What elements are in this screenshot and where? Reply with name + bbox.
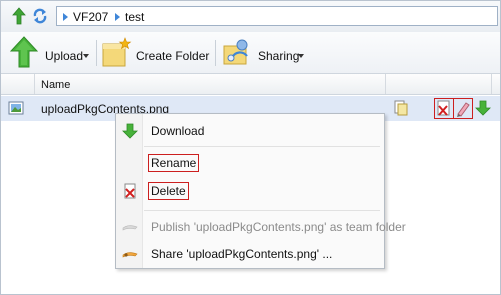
chevron-down-icon [83,54,89,58]
share-icon [122,252,138,258]
new-folder-icon [102,37,132,67]
upload-arrow-icon [10,36,38,68]
column-divider[interactable] [491,74,492,94]
menu-item-delete[interactable]: Delete [116,180,384,202]
upload-button[interactable]: Upload [7,36,93,68]
menu-item-label: Rename [148,154,200,172]
sharing-label: Sharing [258,49,300,63]
breadcrumb-arrow-icon [115,13,120,21]
document-properties-icon[interactable] [393,100,409,116]
image-file-icon [8,101,24,115]
toolbar-divider [215,40,216,66]
download-arrow-icon [122,123,138,139]
toolbar: Upload Create Folder Sharing [1,32,500,74]
column-divider[interactable] [385,74,386,94]
sharing-icon [223,39,248,65]
menu-item-label: Publish 'uploadPkgContents.png' as team … [151,220,406,234]
breadcrumb-arrow-icon [63,13,68,21]
create-folder-label: Create Folder [136,49,210,63]
menu-item-publish[interactable]: Publish 'uploadPkgContents.png' as team … [116,216,406,238]
path-breadcrumb[interactable]: VF207 test [56,6,498,26]
menu-divider [144,210,380,211]
delete-icon[interactable] [434,98,454,119]
navigation-bar: VF207 test [1,1,500,32]
toolbar-divider [96,40,97,66]
delete-icon [124,183,136,199]
grid-header: Name [1,74,500,95]
menu-item-share[interactable]: Share 'uploadPkgContents.png' ... [116,243,384,265]
menu-item-label: Share 'uploadPkgContents.png' ... [151,247,333,261]
publish-icon [122,225,138,231]
menu-divider [144,146,380,147]
menu-item-rename[interactable]: Rename [116,152,384,174]
rename-icon[interactable] [453,98,473,119]
breadcrumb-item[interactable]: test [125,10,144,24]
sharing-button[interactable]: Sharing [221,36,309,68]
file-browser-window: VF207 test Upload Create Folder Sharing … [0,0,501,295]
column-header-name[interactable]: Name [41,79,70,91]
refresh-icon[interactable] [32,7,48,25]
menu-item-label: Delete [148,182,189,200]
download-icon[interactable] [475,100,491,116]
menu-item-label: Download [151,124,205,138]
upload-label: Upload [45,49,84,63]
up-folder-icon[interactable] [11,7,27,25]
chevron-down-icon [298,54,304,58]
context-menu: Download Rename Delete Publish 'uploadPk… [115,113,406,269]
column-divider[interactable] [34,74,35,94]
create-folder-button[interactable]: Create Folder [101,36,209,68]
menu-item-download[interactable]: Download [116,120,384,142]
breadcrumb-item[interactable]: VF207 [73,10,108,24]
